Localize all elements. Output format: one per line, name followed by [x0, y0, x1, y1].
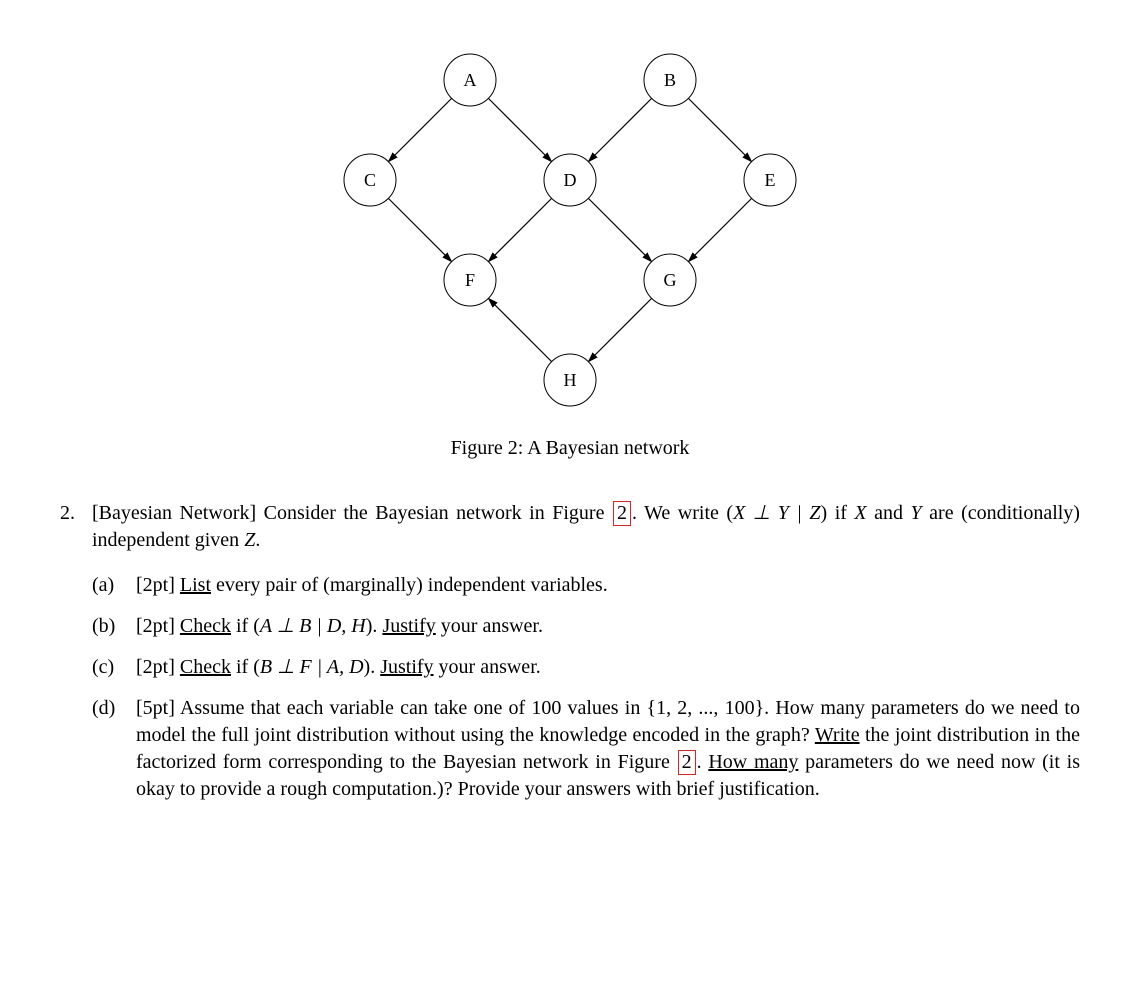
intro-and: and — [867, 502, 911, 524]
figure-ref-icon: 2 — [613, 501, 631, 526]
bn-edge-A-D — [488, 98, 551, 161]
bn-edge-G-H — [588, 298, 651, 361]
part-c-label: (c) — [92, 654, 136, 681]
bn-edge-H-F — [488, 298, 551, 361]
svg-text:G: G — [664, 270, 677, 290]
svg-text:F: F — [465, 270, 475, 290]
bn-node-B: B — [644, 54, 696, 106]
bn-edge-E-G — [688, 198, 751, 261]
bn-node-H: H — [544, 354, 596, 406]
figure-caption: Figure 2: A Bayesian network — [60, 435, 1080, 462]
part-c-expr: B ⊥ F | A, D — [260, 656, 364, 678]
caption-text: A Bayesian network — [527, 437, 689, 459]
svg-text:A: A — [464, 70, 477, 90]
bn-edge-B-E — [688, 98, 751, 161]
part-a: (a) [2pt] List every pair of (marginally… — [92, 572, 1080, 599]
part-d-body: [5pt] Assume that each variable can take… — [136, 695, 1080, 803]
part-d-write: Write — [815, 724, 860, 746]
part-b: (b) [2pt] Check if (A ⊥ B | D, H). Justi… — [92, 613, 1080, 640]
intro-end: . — [255, 529, 260, 551]
part-c-mid2: ). — [364, 656, 381, 678]
part-c-tail: your answer. — [434, 656, 541, 678]
bn-node-A: A — [444, 54, 496, 106]
svg-text:C: C — [364, 170, 376, 190]
bn-edge-C-F — [388, 198, 451, 261]
part-d-label: (d) — [92, 695, 136, 803]
bn-node-C: C — [344, 154, 396, 206]
problem-title: [Bayesian Network] — [92, 502, 256, 524]
bn-edge-D-F — [488, 198, 551, 261]
problem-2: 2. [Bayesian Network] Consider the Bayes… — [60, 500, 1080, 554]
part-d-t3: . — [697, 751, 709, 773]
svg-text:D: D — [564, 170, 577, 190]
var-Y: Y — [911, 502, 922, 524]
part-b-body: [2pt] Check if (A ⊥ B | D, H). Justify y… — [136, 613, 1080, 640]
part-a-body: [2pt] List every pair of (marginally) in… — [136, 572, 1080, 599]
part-c-justify: Justify — [380, 656, 433, 678]
bn-node-F: F — [444, 254, 496, 306]
svg-text:H: H — [564, 370, 577, 390]
part-b-points: [2pt] — [136, 615, 175, 637]
part-b-mid1: if ( — [231, 615, 260, 637]
part-d: (d) [5pt] Assume that each variable can … — [92, 695, 1080, 803]
bn-edge-D-G — [588, 198, 651, 261]
part-c-mid1: if ( — [231, 656, 260, 678]
part-d-howmany: How many — [708, 751, 798, 773]
part-c-body: [2pt] Check if (B ⊥ F | A, D). Justify y… — [136, 654, 1080, 681]
bn-node-D: D — [544, 154, 596, 206]
subparts: (a) [2pt] List every pair of (marginally… — [92, 572, 1080, 803]
problem-intro: [Bayesian Network] Consider the Bayesian… — [92, 500, 1080, 554]
bn-edge-B-D — [588, 98, 651, 161]
bn-node-G: G — [644, 254, 696, 306]
part-a-label: (a) — [92, 572, 136, 599]
part-b-check: Check — [180, 615, 231, 637]
part-a-points: [2pt] — [136, 574, 175, 596]
var-Z: Z — [244, 529, 255, 551]
part-b-label: (b) — [92, 613, 136, 640]
bn-node-E: E — [744, 154, 796, 206]
bn-graph-svg: A B C D E F G H — [320, 40, 820, 420]
figure-bayesian-network: A B C D E F G H — [320, 40, 820, 420]
problem-number: 2. — [60, 500, 92, 554]
part-b-justify: Justify — [382, 615, 435, 637]
intro-seg2: . We write ( — [632, 502, 733, 524]
var-X: X — [854, 502, 866, 524]
independence-notation: X ⊥ Y | Z — [733, 502, 820, 524]
svg-text:E: E — [765, 170, 776, 190]
part-d-points: [5pt] — [136, 697, 175, 719]
part-b-mid2: ). — [366, 615, 383, 637]
part-a-action: List — [180, 574, 211, 596]
bn-edge-A-C — [388, 98, 451, 161]
part-c-points: [2pt] — [136, 656, 175, 678]
intro-seg3: ) if — [821, 502, 855, 524]
part-a-text: every pair of (marginally) independent v… — [211, 574, 608, 596]
part-c: (c) [2pt] Check if (B ⊥ F | A, D). Justi… — [92, 654, 1080, 681]
caption-prefix: Figure 2: — [451, 437, 528, 459]
svg-text:B: B — [664, 70, 676, 90]
part-b-expr: A ⊥ B | D, H — [260, 615, 366, 637]
part-c-check: Check — [180, 656, 231, 678]
part-b-tail: your answer. — [436, 615, 543, 637]
intro-seg1: Consider the Bayesian network in Figure — [256, 502, 612, 524]
figure-ref-icon: 2 — [678, 750, 696, 775]
